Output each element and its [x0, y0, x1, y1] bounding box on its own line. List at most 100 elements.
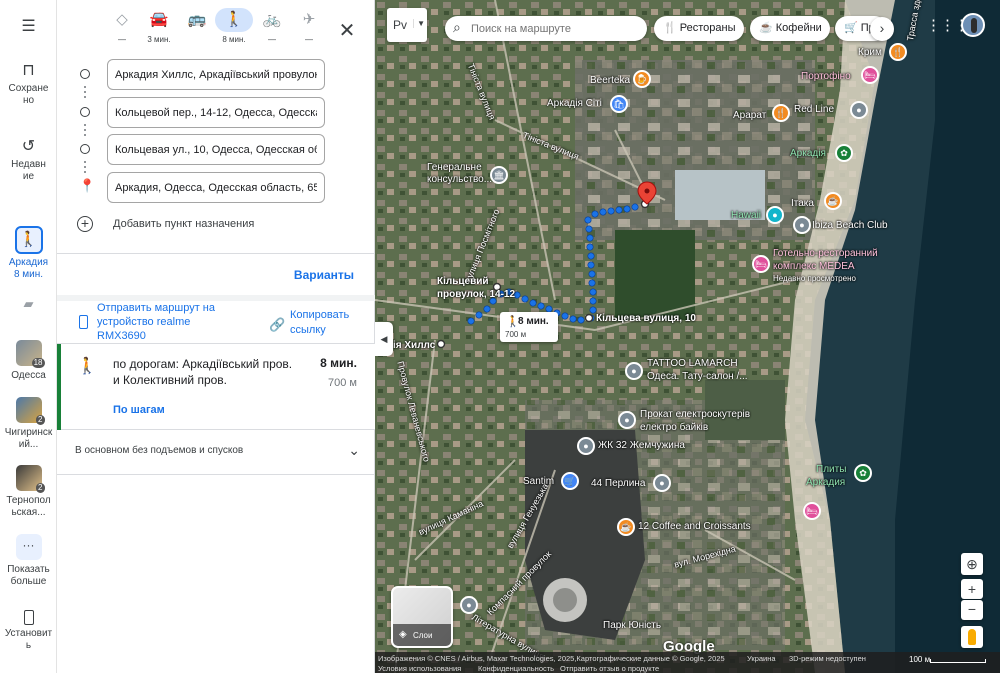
- search-along-route[interactable]: ⌕: [445, 16, 647, 41]
- install-button[interactable]: Установить: [0, 610, 57, 652]
- selected-route-bar: [57, 344, 61, 430]
- map-language-select[interactable]: Рv ▼: [387, 8, 427, 42]
- country-link[interactable]: Украина: [747, 654, 776, 663]
- restaurant-poi-icon[interactable]: 🍴: [889, 43, 907, 61]
- park-poi-icon[interactable]: ✿: [835, 144, 853, 162]
- chyhyrynsky-label: Чигиринский...: [4, 427, 53, 450]
- stop-input-3[interactable]: [107, 134, 325, 165]
- search-along-route-input[interactable]: [471, 19, 641, 38]
- copy-link-button[interactable]: Копировать ссылку: [290, 308, 349, 338]
- shopping-cart-poi-icon[interactable]: 🛒: [561, 472, 579, 490]
- current-trip-label: Аркадия: [8, 257, 49, 268]
- airplane-icon: ✈: [302, 11, 316, 28]
- add-destination-button[interactable]: + Добавить пункт назначения: [77, 216, 367, 236]
- mode-drive[interactable]: 🚘 3 мин.: [140, 8, 178, 44]
- saved-button[interactable]: ⊓ Сохранено: [0, 62, 57, 107]
- hotel-poi-icon[interactable]: 🛏: [861, 66, 879, 84]
- mode-flight[interactable]: ✈ —: [290, 8, 328, 44]
- mode-best[interactable]: ◇ —: [103, 8, 141, 44]
- route-option-card[interactable]: 🚶 по дорогам: Аркадіївський пров. и Коле…: [57, 343, 375, 430]
- bar-poi-icon[interactable]: 🍺: [633, 70, 651, 88]
- mode-transit[interactable]: 🚌: [178, 8, 216, 35]
- building-poi-icon[interactable]: ●: [653, 474, 671, 492]
- send-to-device-button[interactable]: Отправить маршрут на устройство realme R…: [97, 301, 247, 343]
- street-view-pegman[interactable]: [961, 626, 983, 648]
- map-label-hills: ія Хиллс: [393, 340, 436, 351]
- account-avatar[interactable]: [961, 13, 985, 37]
- menu-button[interactable]: ☰: [0, 18, 57, 39]
- map-label-koltsevyi-1: Кільцевий: [437, 276, 489, 287]
- water-park-poi-icon[interactable]: ●: [766, 206, 784, 224]
- elevation-row[interactable]: В основном без подъемов и спусков ⌄: [75, 442, 360, 458]
- scale-label[interactable]: 100 м: [909, 655, 930, 664]
- zoom-in-button[interactable]: +: [961, 579, 983, 599]
- club-poi-icon[interactable]: ●: [793, 216, 811, 234]
- divider: [57, 474, 375, 475]
- hotel-poi-icon[interactable]: 🛏: [752, 255, 770, 273]
- pegman-icon: [968, 629, 976, 645]
- current-trip-button[interactable]: 🚶 Аркадия 8 мин.: [0, 226, 57, 281]
- terms-link[interactable]: Условия использования: [378, 664, 461, 673]
- odesa-label: Одесса: [11, 370, 46, 381]
- waypoint-circle-icon: [80, 144, 90, 154]
- mode-walk[interactable]: 🚶 8 мин.: [215, 8, 253, 44]
- map-view[interactable]: 🍺 Beerteka 🛍 Аркадія Сіті Тініста вулиця…: [375, 0, 1000, 673]
- show-more-button[interactable]: ··· Показать больше: [0, 534, 57, 588]
- close-directions-button[interactable]: ✕: [335, 18, 359, 43]
- map-label-portofino: Портофіно: [801, 71, 851, 82]
- stop-input-2[interactable]: [107, 97, 325, 128]
- origin-circle-icon: [80, 69, 90, 79]
- shopping-poi-icon[interactable]: 🛍: [610, 95, 628, 113]
- stop-row-4: 📍: [57, 172, 375, 203]
- feedback-link[interactable]: Отправить отзыв о продукте: [560, 664, 659, 673]
- map-label-ararat: Арарат: [733, 110, 767, 121]
- list-ternopilska[interactable]: 2 Тернопольская...: [0, 465, 57, 519]
- beach-poi-icon[interactable]: ✿: [854, 464, 872, 482]
- my-location-button[interactable]: ⊕: [961, 553, 983, 575]
- layers-icon: ◈: [399, 629, 407, 640]
- map-label-itaka: Ітака: [791, 198, 814, 209]
- list-odesa[interactable]: 18 Одесса: [0, 340, 57, 382]
- odesa-thumbnail: 18: [15, 340, 45, 368]
- ternopilska-thumbnail: 2: [15, 465, 45, 493]
- zoom-out-button[interactable]: −: [961, 600, 983, 620]
- recent-button[interactable]: ↺ Недавние: [0, 138, 57, 183]
- collapse-panel-button[interactable]: ◀: [375, 322, 393, 356]
- coffee-icon: ☕: [759, 22, 776, 34]
- list-chyhyrynsky[interactable]: 2 Чигиринский...: [0, 397, 57, 451]
- travel-modes: ◇ — 🚘 3 мин. 🚌 🚶 8 мин. 🚲 — ✈ — ✕: [57, 8, 375, 53]
- map-label-arcadia-city: Аркадія Сіті: [547, 98, 602, 109]
- tattoo-poi-icon[interactable]: ●: [625, 362, 643, 380]
- mode-bike[interactable]: 🚲 —: [253, 8, 291, 44]
- step-by-step-button[interactable]: По шагам: [113, 404, 165, 416]
- rental-poi-icon[interactable]: ●: [618, 411, 636, 429]
- location-poi-icon[interactable]: ●: [460, 596, 478, 614]
- chip-restaurants[interactable]: 🍴 Рестораны: [654, 16, 744, 41]
- layers-button[interactable]: ◈ Слои: [391, 586, 453, 648]
- chevron-left-icon: ◀: [380, 334, 388, 344]
- hotel-poi-icon[interactable]: 🛏: [803, 502, 821, 520]
- route-bubble-time: 8 мин.: [518, 316, 549, 327]
- route-time-bubble[interactable]: 🚶 8 мин. 700 м: [500, 312, 558, 342]
- stop-input-1[interactable]: [107, 59, 325, 90]
- chips-scroll-right-button[interactable]: ›: [870, 17, 894, 41]
- transit-saved-button[interactable]: ▰: [0, 297, 57, 316]
- layers-label: Слои: [413, 631, 433, 640]
- location-poi-icon[interactable]: ●: [850, 101, 868, 119]
- chip-coffee[interactable]: ☕ Кофейни: [750, 16, 830, 41]
- stop-input-4[interactable]: [107, 172, 325, 203]
- options-button[interactable]: Варианты: [294, 268, 354, 282]
- restaurant-poi-icon[interactable]: 🍴: [772, 104, 790, 122]
- minus-icon: −: [967, 601, 977, 617]
- cafe-poi-icon[interactable]: ☕: [617, 518, 635, 536]
- restaurant-poi-icon[interactable]: ☕: [824, 192, 842, 210]
- map-label-medea-2: комплекс MEDEA: [773, 261, 855, 272]
- divider: [57, 253, 375, 254]
- chyhyrynsky-count: 2: [36, 415, 45, 425]
- government-poi-icon[interactable]: 🏛: [490, 166, 508, 184]
- copy-line-2: ссылку: [290, 324, 326, 336]
- privacy-link[interactable]: Конфиденциальность: [478, 664, 554, 673]
- send-line-1: Отправить маршрут на: [97, 302, 216, 314]
- building-poi-icon[interactable]: ●: [577, 437, 595, 455]
- map-label-plyty-2: Аркадия: [806, 477, 846, 488]
